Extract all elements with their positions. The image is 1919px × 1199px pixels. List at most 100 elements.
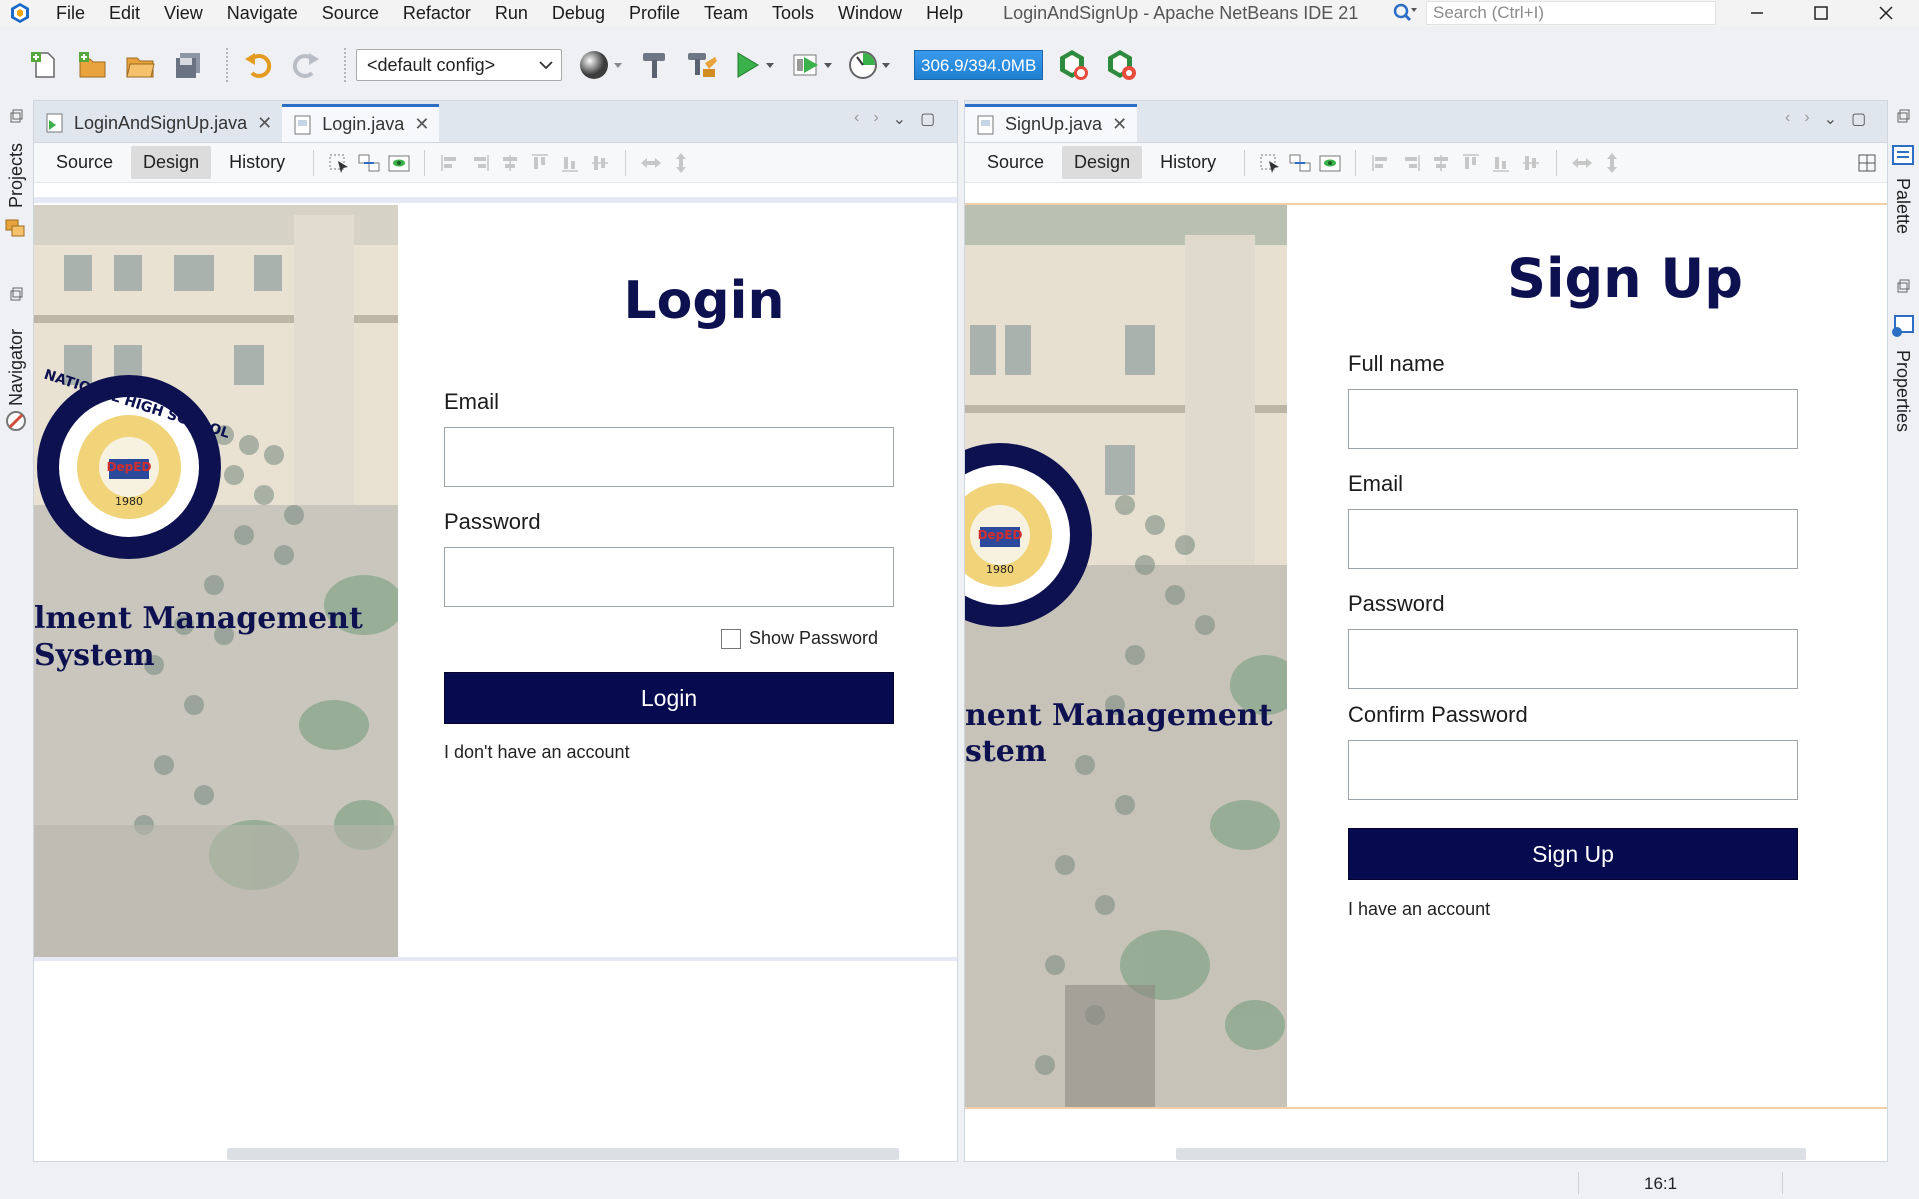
menu-debug[interactable]: Debug xyxy=(540,0,617,26)
align-left-button[interactable] xyxy=(438,152,462,174)
layout-grid-button[interactable] xyxy=(1855,152,1879,174)
align-top-button[interactable] xyxy=(528,152,552,174)
subtab-source[interactable]: Source xyxy=(975,146,1056,179)
scroll-right-icon[interactable]: › xyxy=(1804,109,1809,129)
align-bottom-button[interactable] xyxy=(1489,152,1513,174)
center-horizontal-button[interactable] xyxy=(1429,152,1453,174)
new-project-button[interactable] xyxy=(72,45,112,85)
checkbox-box[interactable] xyxy=(721,628,741,649)
preview-design-button[interactable] xyxy=(387,152,411,174)
menu-navigate[interactable]: Navigate xyxy=(215,0,310,26)
resize-horizontal-button[interactable] xyxy=(639,152,663,174)
tab-loginandsignup[interactable]: LoginAndSignUp.java ✕ xyxy=(34,104,282,142)
menu-file[interactable]: File xyxy=(44,0,97,26)
profile-button[interactable] xyxy=(846,45,896,85)
horizontal-scrollbar[interactable] xyxy=(227,1148,899,1160)
tab-login-java[interactable]: Login.java ✕ xyxy=(282,104,440,142)
selection-mode-button[interactable] xyxy=(327,152,351,174)
open-project-button[interactable] xyxy=(120,45,160,85)
login-button[interactable]: Login xyxy=(444,672,894,724)
search-icon[interactable] xyxy=(1392,2,1418,24)
login-password-field[interactable] xyxy=(444,547,894,607)
scroll-right-icon[interactable]: › xyxy=(873,109,878,129)
subtab-design[interactable]: Design xyxy=(1062,146,1143,179)
signup-button[interactable]: Sign Up xyxy=(1348,828,1798,880)
restore-window-icon[interactable] xyxy=(8,108,24,124)
undo-button[interactable] xyxy=(238,45,278,85)
selection-mode-button[interactable] xyxy=(1258,152,1282,174)
horizontal-scrollbar[interactable] xyxy=(1176,1148,1806,1160)
clean-build-button[interactable] xyxy=(682,45,722,85)
subtab-history[interactable]: History xyxy=(217,146,297,179)
center-vertical-button[interactable] xyxy=(1519,152,1543,174)
menu-window[interactable]: Window xyxy=(826,0,914,26)
preview-design-button[interactable] xyxy=(1318,152,1342,174)
maximize-button[interactable] xyxy=(1793,0,1849,26)
maximize-pane-icon[interactable]: ▢ xyxy=(920,109,935,129)
menu-source[interactable]: Source xyxy=(310,0,391,26)
gc-button[interactable] xyxy=(1053,45,1093,85)
menu-team[interactable]: Team xyxy=(692,0,760,26)
login-email-field[interactable] xyxy=(444,427,894,487)
have-account-link[interactable]: I have an account xyxy=(1348,899,1490,920)
close-tab-icon[interactable]: ✕ xyxy=(257,113,272,134)
menu-tools[interactable]: Tools xyxy=(760,0,826,26)
chevron-down-icon[interactable]: ⌄ xyxy=(1824,109,1837,129)
projects-icon[interactable] xyxy=(4,216,28,240)
properties-icon[interactable] xyxy=(1891,314,1915,338)
chevron-down-icon[interactable]: ⌄ xyxy=(893,109,906,129)
align-left-button[interactable] xyxy=(1369,152,1393,174)
connection-mode-button[interactable] xyxy=(357,152,381,174)
align-bottom-button[interactable] xyxy=(558,152,582,174)
resize-vertical-button[interactable] xyxy=(669,152,693,174)
signup-password-field[interactable] xyxy=(1348,629,1798,689)
menu-view[interactable]: View xyxy=(152,0,215,26)
minimize-button[interactable] xyxy=(1729,0,1785,26)
resize-horizontal-button[interactable] xyxy=(1570,152,1594,174)
close-tab-icon[interactable]: ✕ xyxy=(414,114,429,135)
properties-tab[interactable]: Properties xyxy=(1892,350,1913,432)
menu-run[interactable]: Run xyxy=(483,0,540,26)
menu-profile[interactable]: Profile xyxy=(617,0,692,26)
palette-icon[interactable] xyxy=(1891,144,1915,166)
center-horizontal-button[interactable] xyxy=(498,152,522,174)
maximize-pane-icon[interactable]: ▢ xyxy=(1851,109,1866,129)
subtab-history[interactable]: History xyxy=(1148,146,1228,179)
search-input[interactable]: Search (Ctrl+I) xyxy=(1426,1,1716,25)
menu-help[interactable]: Help xyxy=(914,0,975,26)
align-right-button[interactable] xyxy=(468,152,492,174)
menu-refactor[interactable]: Refactor xyxy=(391,0,483,26)
fullname-field[interactable] xyxy=(1348,389,1798,449)
restore-window-icon[interactable] xyxy=(1895,108,1911,124)
resize-vertical-button[interactable] xyxy=(1600,152,1624,174)
close-window-button[interactable] xyxy=(1858,0,1914,26)
scroll-left-icon[interactable]: ‹ xyxy=(854,109,859,129)
confirm-password-field[interactable] xyxy=(1348,740,1798,800)
redo-button[interactable] xyxy=(286,45,326,85)
show-password-checkbox[interactable]: Show Password xyxy=(721,628,878,649)
navigator-compass-icon[interactable] xyxy=(5,410,27,432)
subtab-source[interactable]: Source xyxy=(44,146,125,179)
debug-button[interactable] xyxy=(788,45,838,85)
navigator-tab[interactable]: Navigator xyxy=(6,329,27,406)
align-right-button[interactable] xyxy=(1399,152,1423,174)
subtab-design[interactable]: Design xyxy=(131,146,212,179)
browser-button[interactable] xyxy=(576,45,626,85)
tab-signup-java[interactable]: SignUp.java ✕ xyxy=(965,104,1138,142)
center-vertical-button[interactable] xyxy=(588,152,612,174)
profiler-snapshot-button[interactable] xyxy=(1101,45,1141,85)
save-all-button[interactable] xyxy=(168,45,208,85)
menu-edit[interactable]: Edit xyxy=(97,0,152,26)
connection-mode-button[interactable] xyxy=(1288,152,1312,174)
projects-tab[interactable]: Projects xyxy=(6,143,27,208)
no-account-link[interactable]: I don't have an account xyxy=(444,742,630,763)
build-button[interactable] xyxy=(634,45,674,85)
restore-window-icon[interactable] xyxy=(8,286,24,302)
scroll-left-icon[interactable]: ‹ xyxy=(1785,109,1790,129)
palette-tab[interactable]: Palette xyxy=(1892,178,1913,234)
new-file-button[interactable] xyxy=(24,45,64,85)
signup-email-field[interactable] xyxy=(1348,509,1798,569)
restore-window-icon[interactable] xyxy=(1895,278,1911,294)
align-top-button[interactable] xyxy=(1459,152,1483,174)
memory-usage-button[interactable]: 306.9/394.0MB xyxy=(914,50,1044,80)
